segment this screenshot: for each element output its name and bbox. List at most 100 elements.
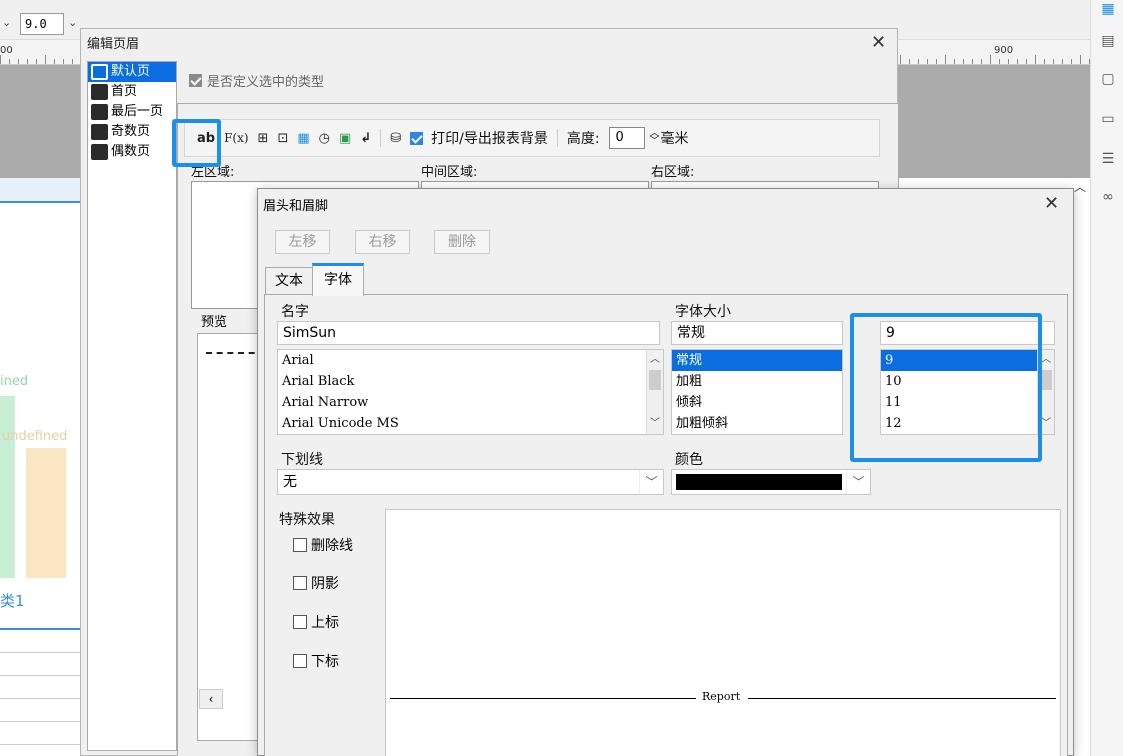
page-icon bbox=[91, 124, 108, 140]
font-style-list[interactable]: 常规 加粗 倾斜 加粗倾斜 bbox=[671, 349, 843, 435]
checkbox[interactable] bbox=[293, 576, 307, 590]
total-pages-icon[interactable]: ⊡ bbox=[277, 131, 288, 146]
page-type-item[interactable]: 首页 bbox=[88, 82, 176, 102]
time-icon[interactable]: ◷ bbox=[319, 131, 330, 146]
subscript-option[interactable]: 下标 bbox=[293, 651, 339, 671]
custom-type-checkbox-row[interactable]: 是否定义选中的类型 bbox=[189, 71, 324, 90]
list-item[interactable]: 加粗 bbox=[672, 371, 842, 392]
ruler-tick bbox=[1008, 59, 1009, 64]
ruler-tick bbox=[18, 59, 19, 64]
print-background-checkbox[interactable] bbox=[410, 131, 424, 145]
color-swatch bbox=[676, 474, 842, 490]
chevron-down-icon[interactable]: ﹀ bbox=[647, 416, 663, 432]
font-name-input[interactable]: SimSun bbox=[277, 321, 660, 345]
chart-label: 类1 bbox=[0, 592, 25, 610]
list-item[interactable]: 倾斜 bbox=[672, 392, 842, 413]
chevron-down-icon[interactable]: ⌄ bbox=[2, 16, 11, 29]
date-icon[interactable]: ▦ bbox=[297, 131, 309, 146]
newline-icon[interactable]: ↲ bbox=[360, 131, 371, 146]
height-label: 高度: bbox=[566, 131, 600, 147]
chevron-up-icon[interactable]: ︿ bbox=[647, 352, 663, 368]
list-item[interactable]: 加粗倾斜 bbox=[672, 413, 842, 434]
chevron-down-icon[interactable]: ﹀ bbox=[639, 470, 663, 494]
list-item[interactable]: Arial Narrow bbox=[278, 392, 663, 413]
grid-icon[interactable]: ▦ bbox=[1099, 0, 1117, 18]
ruler-tick bbox=[1062, 59, 1063, 64]
move-right-button[interactable]: 右移 bbox=[355, 230, 410, 254]
list-item[interactable]: Arial Black bbox=[278, 371, 663, 392]
dialog-title: 编辑页眉 bbox=[87, 37, 140, 52]
ruler-tick bbox=[9, 59, 10, 64]
list-item[interactable]: 常规 bbox=[672, 350, 842, 371]
chart-bar bbox=[26, 448, 66, 578]
font-name-list[interactable]: Arial Arial Black Arial Narrow Arial Uni… bbox=[277, 349, 664, 435]
frame-icon[interactable]: ▢ bbox=[1099, 70, 1117, 88]
chevron-down-icon[interactable]: ⌄ bbox=[68, 16, 77, 29]
scroll-thumb[interactable] bbox=[649, 370, 661, 390]
ruler-tick bbox=[1080, 55, 1081, 64]
color-label: 颜色 bbox=[675, 452, 703, 468]
formula-icon[interactable]: F(x) bbox=[224, 131, 248, 145]
ruler-tick bbox=[963, 59, 964, 64]
underline-value: 无 bbox=[283, 474, 297, 490]
checkbox[interactable] bbox=[293, 654, 307, 668]
tab-text[interactable]: 文本 bbox=[265, 267, 313, 295]
font-style-input[interactable]: 常规 bbox=[671, 321, 843, 345]
page-icon bbox=[91, 144, 108, 160]
scrollbar[interactable]: ︿ ﹀ bbox=[646, 350, 663, 434]
list-item[interactable]: Arial bbox=[278, 350, 663, 371]
page-icon bbox=[91, 104, 108, 120]
ruler-tick bbox=[1017, 59, 1018, 64]
page-type-item[interactable]: 偶数页 bbox=[88, 142, 176, 162]
ruler-tick bbox=[0, 55, 1, 64]
effects-label: 特殊效果 bbox=[279, 512, 335, 528]
superscript-option[interactable]: 上标 bbox=[293, 612, 339, 632]
shadow-option[interactable]: 阴影 bbox=[293, 573, 339, 593]
dropdown-icon[interactable]: ▭ bbox=[1099, 110, 1117, 128]
align-icon[interactable]: ☰ bbox=[1099, 150, 1117, 168]
preview-rule bbox=[748, 698, 1056, 699]
preview-label: 预览 bbox=[201, 315, 228, 330]
move-left-button[interactable]: 左移 bbox=[275, 230, 330, 254]
ruler-label: 00 bbox=[0, 45, 13, 56]
checkbox[interactable] bbox=[293, 538, 307, 552]
close-icon[interactable]: ✕ bbox=[871, 32, 886, 53]
page-type-item[interactable]: 最后一页 bbox=[88, 102, 176, 122]
right-region-label: 右区域: bbox=[651, 165, 695, 180]
chart-label: undefined bbox=[2, 429, 68, 444]
delete-button[interactable]: 删除 bbox=[434, 230, 490, 254]
page-icon[interactable]: ▤ bbox=[1099, 32, 1117, 50]
font-size-label: 字体大小 bbox=[675, 304, 731, 320]
ruler-label: 900 bbox=[994, 45, 1014, 56]
preview-rule bbox=[390, 698, 696, 699]
close-icon[interactable]: ✕ bbox=[1044, 193, 1059, 214]
ruler-tick bbox=[72, 59, 73, 64]
height-input[interactable]: 0 bbox=[608, 127, 645, 149]
ruler-tick bbox=[1071, 59, 1072, 64]
underline-select[interactable]: 无 ﹀ bbox=[277, 469, 664, 495]
font-size-box[interactable]: 9.0 bbox=[20, 13, 64, 35]
chevron-up-icon[interactable]: ︿ bbox=[1074, 178, 1086, 195]
ruler-tick bbox=[1053, 59, 1054, 64]
background-icon[interactable]: ⛁ bbox=[390, 131, 401, 146]
right-toolbar: ▦ ▤ ▢ ▭ ☰ ∞ bbox=[1090, 0, 1123, 756]
spinner-icon[interactable]: ︿ ﹀ bbox=[650, 129, 660, 147]
page-type-item[interactable]: 奇数页 bbox=[88, 122, 176, 142]
page-type-item[interactable]: 默认页 bbox=[88, 62, 176, 82]
ruler-tick bbox=[900, 55, 901, 64]
list-item[interactable]: Arial Unicode MS bbox=[278, 413, 663, 434]
image-icon[interactable]: ▣ bbox=[339, 131, 351, 146]
tab-font[interactable]: 字体 bbox=[312, 263, 364, 296]
underline-label: 下划线 bbox=[281, 452, 323, 468]
color-select[interactable]: ﹀ bbox=[671, 469, 871, 495]
chevron-down-icon[interactable]: ﹀ bbox=[846, 470, 870, 494]
header-footer-dialog: 眉头和眉脚 ✕ 左移 右移 删除 文本 字体 名字 SimSun Arial A… bbox=[257, 188, 1074, 756]
link-icon[interactable]: ∞ bbox=[1099, 188, 1117, 206]
strikethrough-option[interactable]: 删除线 bbox=[293, 535, 353, 555]
scroll-left-button[interactable]: ‹ bbox=[199, 689, 223, 709]
checkbox[interactable] bbox=[189, 74, 202, 87]
checkbox[interactable] bbox=[293, 615, 307, 629]
page-type-list: 默认页 首页 最后一页 奇数页 偶数页 bbox=[87, 61, 177, 751]
divider bbox=[380, 129, 382, 147]
page-number-icon[interactable]: ⊞ bbox=[258, 131, 269, 146]
